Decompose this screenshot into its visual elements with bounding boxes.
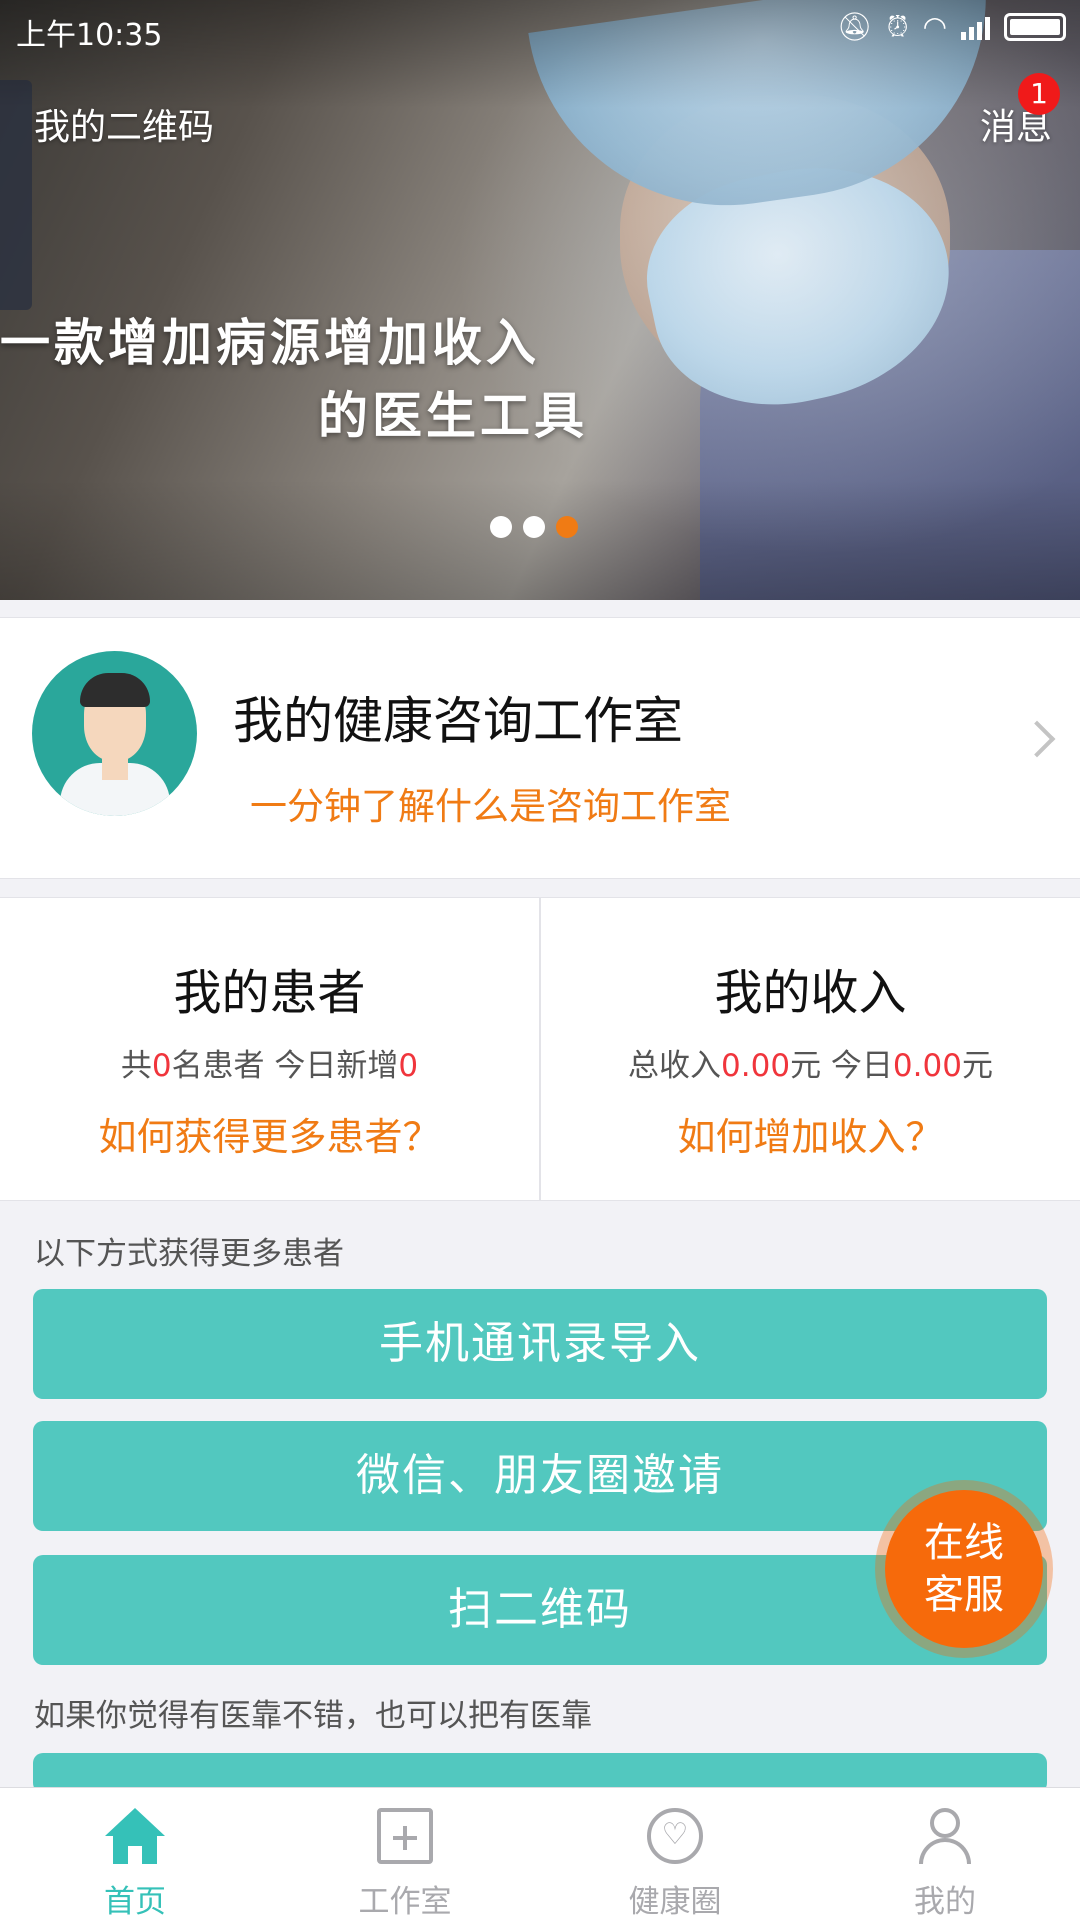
bottom-tab-bar: 首页 工作室 ♡ 健康圈 我的: [0, 1787, 1080, 1921]
patients-mid: 名患者 今日新增: [171, 1048, 399, 1084]
status-bar: 上午10:35 🔕︎ ⏰︎ ◠: [0, 0, 1080, 56]
patients-summary: 共0名患者 今日新增0: [0, 1040, 539, 1085]
service-line1: 在线: [924, 1520, 1004, 1566]
avatar: [32, 651, 197, 816]
banner-shade: [0, 0, 1080, 600]
tab-studio[interactable]: 工作室: [270, 1788, 540, 1921]
mute-icon: 🔕︎: [837, 10, 873, 43]
recommend-text: 如果你觉得有医靠不错，也可以把有医靠: [34, 1698, 592, 1734]
studio-title: 我的健康咨询工作室: [233, 692, 683, 750]
tab-home-label: 首页: [104, 1884, 166, 1920]
patients-title: 我的患者: [173, 965, 366, 1021]
message-count-badge: 1: [1018, 73, 1060, 115]
signal-icon: [961, 14, 990, 40]
alarm-icon: ⏰︎: [886, 10, 909, 43]
heart-circle-icon: ♡: [647, 1808, 703, 1864]
home-icon: [105, 1808, 165, 1864]
plus-box-icon: [377, 1808, 433, 1864]
income-prefix: 总收入: [628, 1048, 722, 1084]
income-title: 我的收入: [714, 965, 907, 1021]
avatar-hair: [80, 673, 150, 707]
studio-intro-link[interactable]: 一分钟了解什么是咨询工作室: [250, 776, 731, 830]
income-summary: 总收入0.00元 今日0.00元: [541, 1040, 1080, 1085]
online-service-button[interactable]: 在线 客服: [885, 1490, 1043, 1648]
my-income-card[interactable]: 我的收入 总收入0.00元 今日0.00元 如何增加收入？: [539, 898, 1080, 1200]
banner-headline-line2: 的医生工具: [318, 387, 588, 445]
my-qr-code-button[interactable]: 我的二维码: [34, 98, 214, 150]
user-icon: [917, 1808, 973, 1864]
income-today: 0.00: [892, 1048, 962, 1084]
tab-studio-label: 工作室: [358, 1884, 452, 1920]
carousel-dot-active[interactable]: [556, 516, 578, 538]
status-time: 上午10:35: [16, 18, 163, 53]
more-patients-link[interactable]: 如何获得更多患者？: [0, 1106, 539, 1161]
carousel-indicator: [490, 516, 578, 538]
chevron-right-icon: [1018, 720, 1056, 758]
status-icons: 🔕︎ ⏰︎ ◠: [837, 10, 1066, 44]
patients-total: 0: [151, 1048, 172, 1084]
tab-home[interactable]: 首页: [0, 1788, 270, 1921]
tab-mine[interactable]: 我的: [810, 1788, 1080, 1921]
banner-headline-line1: 一款增加病源增加收入: [0, 314, 540, 372]
battery-icon: [1004, 13, 1066, 41]
wifi-icon: ◠: [922, 10, 947, 43]
carousel-dot[interactable]: [490, 516, 512, 538]
wechat-invite-button[interactable]: 微信、朋友圈邀请: [33, 1421, 1047, 1531]
studio-card[interactable]: 我的健康咨询工作室 一分钟了解什么是咨询工作室: [0, 617, 1080, 879]
hero-banner[interactable]: 上午10:35 🔕︎ ⏰︎ ◠ 我的二维码 消息 1 一款增加病源增加收入 的医…: [0, 0, 1080, 600]
income-total: 0.00: [721, 1048, 791, 1084]
income-suffix: 元: [961, 1048, 993, 1084]
service-line2: 客服: [924, 1572, 1004, 1618]
income-mid: 元 今日: [790, 1048, 893, 1084]
tab-mine-label: 我的: [914, 1884, 976, 1920]
patients-today: 0: [398, 1048, 419, 1084]
carousel-dot[interactable]: [523, 516, 545, 538]
get-patients-label: 以下方式获得更多患者: [34, 1236, 344, 1272]
tab-health-circle[interactable]: ♡ 健康圈: [540, 1788, 810, 1921]
tab-health-circle-label: 健康圈: [628, 1884, 722, 1920]
import-contacts-button[interactable]: 手机通讯录导入: [33, 1289, 1047, 1399]
my-patients-card[interactable]: 我的患者 共0名患者 今日新增0 如何获得更多患者？: [0, 898, 539, 1200]
increase-income-link[interactable]: 如何增加收入？: [541, 1106, 1080, 1161]
patients-prefix: 共: [120, 1048, 152, 1084]
stats-panel: 我的患者 共0名患者 今日新增0 如何获得更多患者？ 我的收入 总收入0.00元…: [0, 897, 1080, 1201]
